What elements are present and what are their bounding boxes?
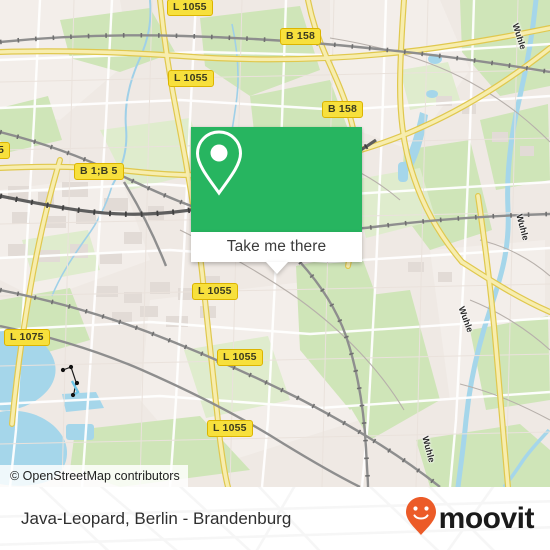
road-shield: 5 xyxy=(0,142,11,159)
moovit-map-screenshot: L 1055 B 158 L 1055 B 158 5 B 1;B 5 L 1055 L 10… xyxy=(0,0,550,550)
map-canvas[interactable]: L 1055 B 158 L 1055 B 158 5 B 1;B 5 L 1055 L 10… xyxy=(0,0,550,487)
road-shield: L 1055 xyxy=(217,349,263,366)
moovit-smiley-pin-icon xyxy=(405,496,437,541)
road-shield: L 1055 xyxy=(167,0,213,16)
moovit-brand[interactable]: moovit xyxy=(405,487,535,550)
road-shield: L 1075 xyxy=(4,329,50,346)
take-me-there-button[interactable]: Take me there xyxy=(191,232,362,274)
road-shield: B 158 xyxy=(322,101,364,118)
popup-body xyxy=(191,127,362,232)
take-me-there-label: Take me there xyxy=(226,238,327,255)
place-popup-card[interactable]: Take me there xyxy=(191,127,362,274)
moovit-wordmark: moovit xyxy=(438,501,535,535)
footer-bar: Java-Leopard, Berlin - Brandenburg moovi… xyxy=(0,487,550,550)
page-title: Java-Leopard, Berlin - Brandenburg xyxy=(21,509,292,528)
osm-attribution[interactable]: © OpenStreetMap contributors xyxy=(0,465,188,487)
road-shield: L 1055 xyxy=(192,283,238,300)
road-shield: B 1;B 5 xyxy=(74,163,124,180)
road-shield: B 158 xyxy=(280,28,322,45)
road-shield: L 1055 xyxy=(207,420,253,437)
popup-tail-pointer xyxy=(265,262,288,274)
road-shield: L 1055 xyxy=(168,70,214,87)
